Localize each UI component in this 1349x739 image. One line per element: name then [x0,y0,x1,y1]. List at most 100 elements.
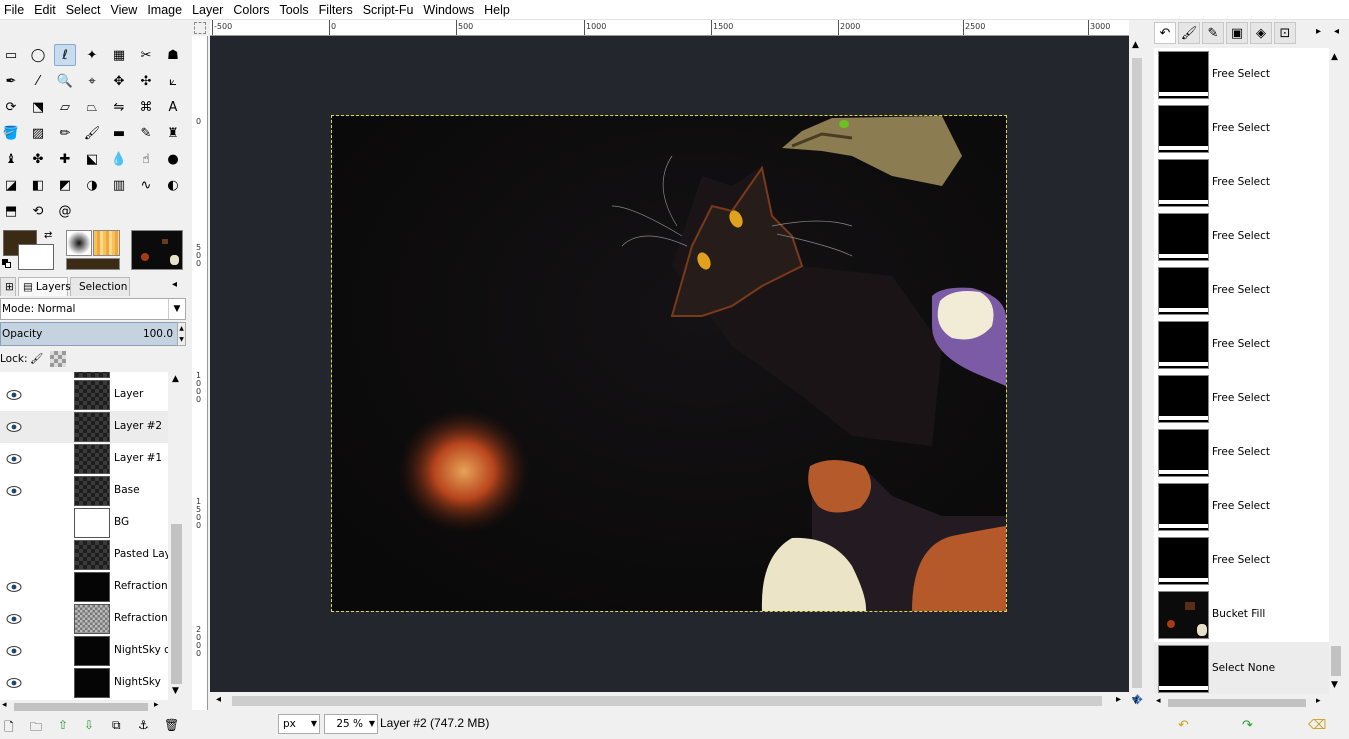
dodge-burn-icon[interactable]: ● [162,148,184,170]
free-select-icon[interactable]: ℓ [54,44,76,66]
shear-icon[interactable]: ▱ [54,96,76,118]
menu-tools[interactable]: Tools [274,0,313,20]
layer-mode-select[interactable]: Mode: Normal ▼ [0,298,186,320]
menu-filters[interactable]: Filters [314,0,358,20]
history-item[interactable]: Free Select [1154,318,1329,372]
smudge-icon[interactable]: ☝ [135,148,157,170]
airbrush-icon[interactable]: ✎ [135,122,157,144]
visibility-eye-icon[interactable] [6,549,22,561]
fuzzy-select-icon[interactable]: ✦ [81,44,103,66]
visibility-eye-icon[interactable] [6,453,22,465]
perspective-icon[interactable]: ⏢ [81,96,103,118]
horizontal-ruler[interactable]: -500 0 500 1000 1500 2000 2500 3000 [210,20,1129,36]
redo-icon[interactable]: ↷ [1242,718,1253,733]
menu-edit[interactable]: Edit [29,0,61,20]
layer-row[interactable]: NightSky [0,667,168,699]
eraser-icon[interactable]: ▬ [108,122,130,144]
lock-alpha-icon[interactable] [50,351,66,367]
layer-row[interactable]: Pasted Laye [0,539,168,571]
visibility-eye-icon[interactable] [6,389,22,401]
layer-row[interactable]: BG [0,507,168,539]
layer-row[interactable]: RefractionL [0,571,168,603]
visibility-eye-icon[interactable] [6,421,22,433]
layer-row[interactable]: RefractionL [0,603,168,635]
ellipse-select-icon[interactable]: ◯ [27,44,49,66]
layer-row[interactable]: Layer #1 [0,443,168,475]
layers-horizontal-scrollbar[interactable]: ◂ ▸ [0,700,168,714]
tab-brushes-icon[interactable]: 🖌 [1178,22,1200,44]
gradient-preview[interactable] [66,258,120,270]
lower-layer-icon[interactable]: ⇩ [84,718,94,732]
measure-icon[interactable]: ⌖ [81,70,103,92]
history-item[interactable]: Free Select [1154,210,1329,264]
tab-undo-history-icon[interactable]: ↶ [1154,22,1176,44]
history-item[interactable]: Free Select [1154,372,1329,426]
brush-preview[interactable] [66,230,92,256]
history-item[interactable]: Free Select [1154,48,1329,102]
menu-layer[interactable]: Layer [187,0,228,20]
layer-row[interactable]: Layer [0,379,168,411]
history-item[interactable]: Free Select [1154,480,1329,534]
layer-row[interactable]: Base [0,475,168,507]
curves-icon[interactable]: ∿ [135,174,157,196]
menu-colors[interactable]: Colors [228,0,274,20]
history-horizontal-scrollbar[interactable]: ◂ ▸ [1154,696,1329,710]
visibility-eye-icon[interactable] [6,517,22,529]
rect-select-icon[interactable]: ▭ [0,44,22,66]
history-item[interactable]: Bucket Fill [1154,588,1329,642]
tab-layers[interactable]: ▤ Layers [18,277,71,296]
select-by-color-icon[interactable]: ▦ [108,44,130,66]
new-layer-group-icon[interactable]: 🗀 [30,718,42,739]
heal-icon[interactable]: ✚ [54,148,76,170]
layers-vertical-scrollbar[interactable]: ▲ ▼ [169,372,184,700]
history-vertical-scrollbar[interactable]: ▲ ▼ [1329,48,1343,694]
quick-mask-corner-icon[interactable] [194,22,206,34]
delete-layer-icon[interactable]: 🗑 [164,718,179,732]
history-item[interactable]: Free Select [1154,264,1329,318]
ink-icon[interactable]: ♜ [162,122,184,144]
desaturate-icon[interactable]: ⟲ [27,200,49,222]
crop-icon[interactable]: ⟀ [162,70,184,92]
menu-script-fu[interactable]: Script-Fu [358,0,419,20]
menu-windows[interactable]: Windows [418,0,479,20]
layer-row[interactable] [0,372,168,379]
canvas-viewport[interactable] [210,36,1129,710]
duplicate-layer-icon[interactable]: ⧉ [112,718,121,733]
zoom-icon[interactable]: 🔍 [54,70,76,92]
anchor-layer-icon[interactable]: ⚓ [138,718,149,732]
pattern-preview[interactable] [93,230,120,256]
tab-selection[interactable]: Selection [70,277,130,296]
levels-icon[interactable]: ▥ [108,174,130,196]
undo-icon[interactable]: ↶ [1178,718,1189,733]
swap-colors-icon[interactable]: ⇄ [44,230,52,241]
scissors-select-icon[interactable]: ✂ [135,44,157,66]
tab-tool-presets-icon[interactable]: ▣ [1226,22,1248,44]
cage-transform-icon[interactable]: ⌘ [135,96,157,118]
hue-saturation-icon[interactable]: ◩ [54,174,76,196]
visibility-eye-icon[interactable] [6,645,22,657]
threshold-icon[interactable]: ⬒ [0,200,22,222]
background-color-swatch[interactable] [18,244,54,270]
opacity-slider[interactable]: Opacity 100.0 [0,322,178,346]
tab-navigation-icon[interactable]: ⊡ [1274,22,1296,44]
bucket-fill-icon[interactable]: 🪣 [0,122,22,144]
clear-history-icon[interactable]: ⌫ [1308,718,1326,733]
tab-device-status-icon[interactable]: ◈ [1250,22,1272,44]
spiral-icon[interactable]: @ [54,200,76,222]
menu-file[interactable]: File [0,0,29,20]
layer-row[interactable]: Layer #2 [0,411,168,443]
colorize-icon[interactable]: ◑ [81,174,103,196]
history-item[interactable]: Free Select [1154,426,1329,480]
new-layer-icon[interactable]: 🗋 [4,718,14,739]
opacity-spinner[interactable]: ▲ ▼ [177,322,186,346]
tab-configure-icon[interactable]: ⊞ [0,277,16,296]
layer-row[interactable]: NightSky co [0,635,168,667]
canvas-horizontal-scrollbar[interactable]: ◂ ▸ [210,692,1129,710]
zoom-select[interactable]: 25 % ▼ [324,714,378,734]
paintbrush-icon[interactable]: 🖌 [81,122,103,144]
image-canvas[interactable] [331,115,1007,612]
visibility-eye-icon[interactable] [6,613,22,625]
navigate-icon[interactable]: ✥ [1132,693,1143,708]
paths-icon[interactable]: ✒ [0,70,22,92]
rotate-icon[interactable]: ⟳ [0,96,22,118]
